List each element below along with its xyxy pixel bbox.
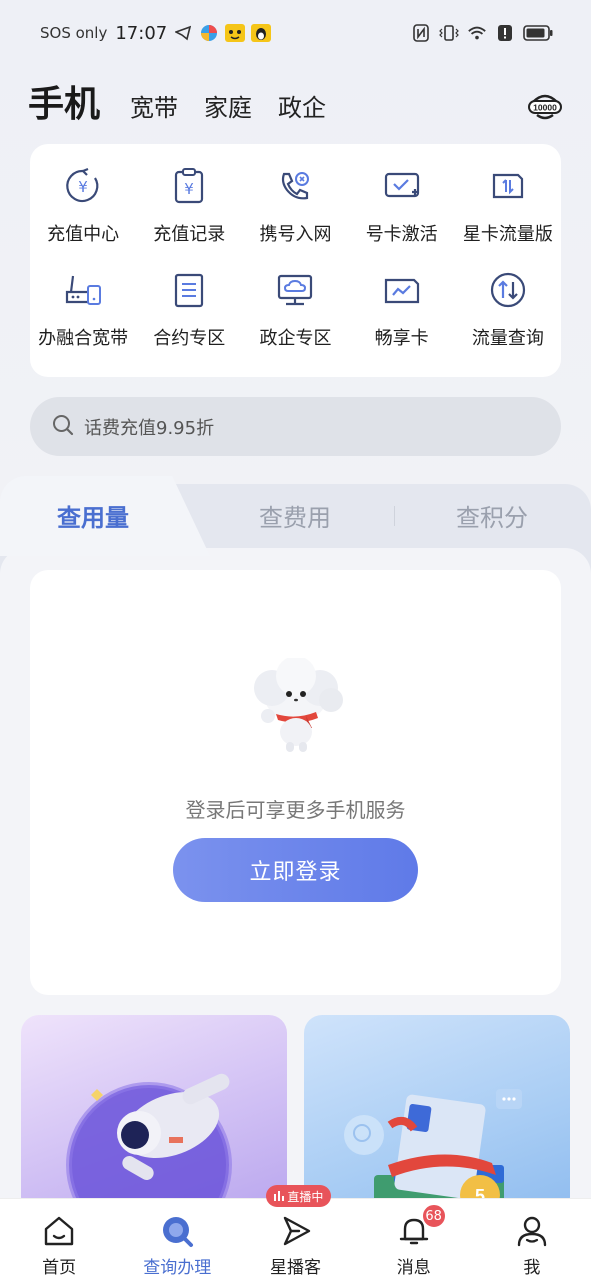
- wifi-icon: [467, 23, 487, 43]
- menu-label: 星卡流量版: [462, 224, 553, 245]
- astronaut-illustration: [66, 1073, 232, 1215]
- tab-mobile[interactable]: 手机: [28, 82, 100, 128]
- menu-enjoy-card[interactable]: 畅享卡: [349, 268, 455, 372]
- vibrate-icon: [439, 23, 459, 43]
- alert-icon: [495, 23, 515, 43]
- clock: 17:07: [115, 22, 168, 44]
- recharge-record-icon: ¥: [167, 164, 211, 208]
- search-icon: [52, 414, 74, 440]
- nav-me[interactable]: 我: [473, 1199, 591, 1280]
- nav-label: 查询办理: [143, 1258, 212, 1278]
- app-notification-icon: [199, 23, 219, 43]
- login-hint-text: 登录后可享更多手机服务: [185, 798, 406, 822]
- recharge-center-icon: ¥: [61, 164, 105, 208]
- sim-activate-icon: [380, 164, 424, 208]
- tab-check-fees[interactable]: 查费用: [259, 498, 331, 533]
- menu-enterprise[interactable]: 政企专区: [242, 268, 348, 372]
- tab-check-points[interactable]: 查积分: [456, 498, 528, 533]
- live-badge: 直播中: [266, 1185, 332, 1207]
- menu-number-portability[interactable]: 携号入网: [242, 164, 348, 268]
- play-broadcast-icon: [278, 1213, 314, 1249]
- promo-banner-astronaut[interactable]: [21, 1015, 287, 1215]
- category-tabs: 手机 宽带 家庭 政企 10000: [28, 78, 563, 128]
- search-input[interactable]: 话费充值9.95折: [30, 397, 561, 456]
- cloud-mascot-illustration: [246, 656, 346, 754]
- bottom-navigation: 首页 查询办理 直播中 星播客 68 消息 我: [0, 1185, 591, 1280]
- enterprise-icon: [273, 268, 317, 312]
- menu-sim-activate[interactable]: 号卡激活: [349, 164, 455, 268]
- tab-family[interactable]: 家庭: [204, 88, 252, 128]
- home-icon: [41, 1213, 77, 1249]
- enjoy-card-icon: [380, 268, 424, 312]
- nav-query[interactable]: 查询办理: [118, 1199, 236, 1280]
- menu-label: 携号入网: [259, 224, 332, 245]
- status-bar: SOS only 17:07: [0, 0, 591, 66]
- nfc-icon: [411, 23, 431, 43]
- menu-label: 充值中心: [47, 224, 120, 245]
- star-card-icon: [486, 164, 530, 208]
- menu-label: 号卡激活: [365, 224, 438, 245]
- nav-label: 星播客: [270, 1258, 321, 1278]
- menu-label: 充值记录: [153, 224, 226, 245]
- contract-icon: [167, 268, 211, 312]
- menu-label: 政企专区: [259, 328, 332, 349]
- svg-text:¥: ¥: [185, 180, 195, 198]
- tab-divider: [394, 506, 395, 526]
- customer-service-10000-icon[interactable]: 10000: [527, 88, 563, 124]
- quick-menu-card: ¥ 充值中心 ¥ 充值记录 携号入网 号卡激活 星卡流量版 办融合宽带 合约专区…: [30, 144, 561, 377]
- menu-label: 流量查询: [471, 328, 544, 349]
- data-query-icon: [486, 268, 530, 312]
- login-button[interactable]: 立即登录: [173, 838, 418, 902]
- menu-label: 合约专区: [153, 328, 226, 349]
- svg-text:10000: 10000: [533, 103, 557, 113]
- promo-banner-sim-card[interactable]: 5: [304, 1015, 570, 1215]
- tab-broadband[interactable]: 宽带: [130, 88, 178, 128]
- svg-text:¥: ¥: [78, 178, 88, 196]
- nav-star-broadcast[interactable]: 直播中 星播客: [236, 1185, 354, 1280]
- login-card: 登录后可享更多手机服务 立即登录: [30, 570, 561, 995]
- query-search-icon: [159, 1213, 195, 1249]
- telegram-icon: [173, 23, 193, 43]
- tab-enterprise[interactable]: 政企: [278, 88, 326, 128]
- tab-check-usage[interactable]: 查用量: [57, 498, 129, 533]
- message-count-badge: 68: [420, 1203, 447, 1229]
- carrier-text: SOS only: [40, 24, 108, 42]
- menu-recharge-record[interactable]: ¥ 充值记录: [136, 164, 242, 268]
- nav-messages[interactable]: 68 消息: [355, 1199, 473, 1280]
- nav-label: 我: [523, 1258, 541, 1278]
- user-profile-icon: [514, 1213, 550, 1249]
- emoji-app-icon: [225, 23, 246, 43]
- menu-recharge-center[interactable]: ¥ 充值中心: [30, 164, 136, 268]
- number-portability-icon: [273, 164, 317, 208]
- nav-label: 消息: [396, 1258, 431, 1278]
- menu-broadband[interactable]: 办融合宽带: [30, 268, 136, 372]
- menu-contract[interactable]: 合约专区: [136, 268, 242, 372]
- menu-data-query[interactable]: 流量查询: [455, 268, 561, 372]
- nav-label: 首页: [42, 1258, 77, 1278]
- search-placeholder: 话费充值9.95折: [84, 417, 215, 439]
- live-bars-icon: [274, 1191, 285, 1201]
- qq-app-icon: [251, 23, 272, 43]
- battery-icon: [523, 23, 553, 43]
- menu-star-card[interactable]: 星卡流量版: [455, 164, 561, 268]
- nav-home[interactable]: 首页: [0, 1199, 118, 1280]
- menu-label: 办融合宽带: [38, 328, 129, 349]
- broadband-router-icon: [61, 268, 105, 312]
- menu-label: 畅享卡: [374, 328, 429, 349]
- sim-card-gift-illustration: 5: [344, 1089, 522, 1215]
